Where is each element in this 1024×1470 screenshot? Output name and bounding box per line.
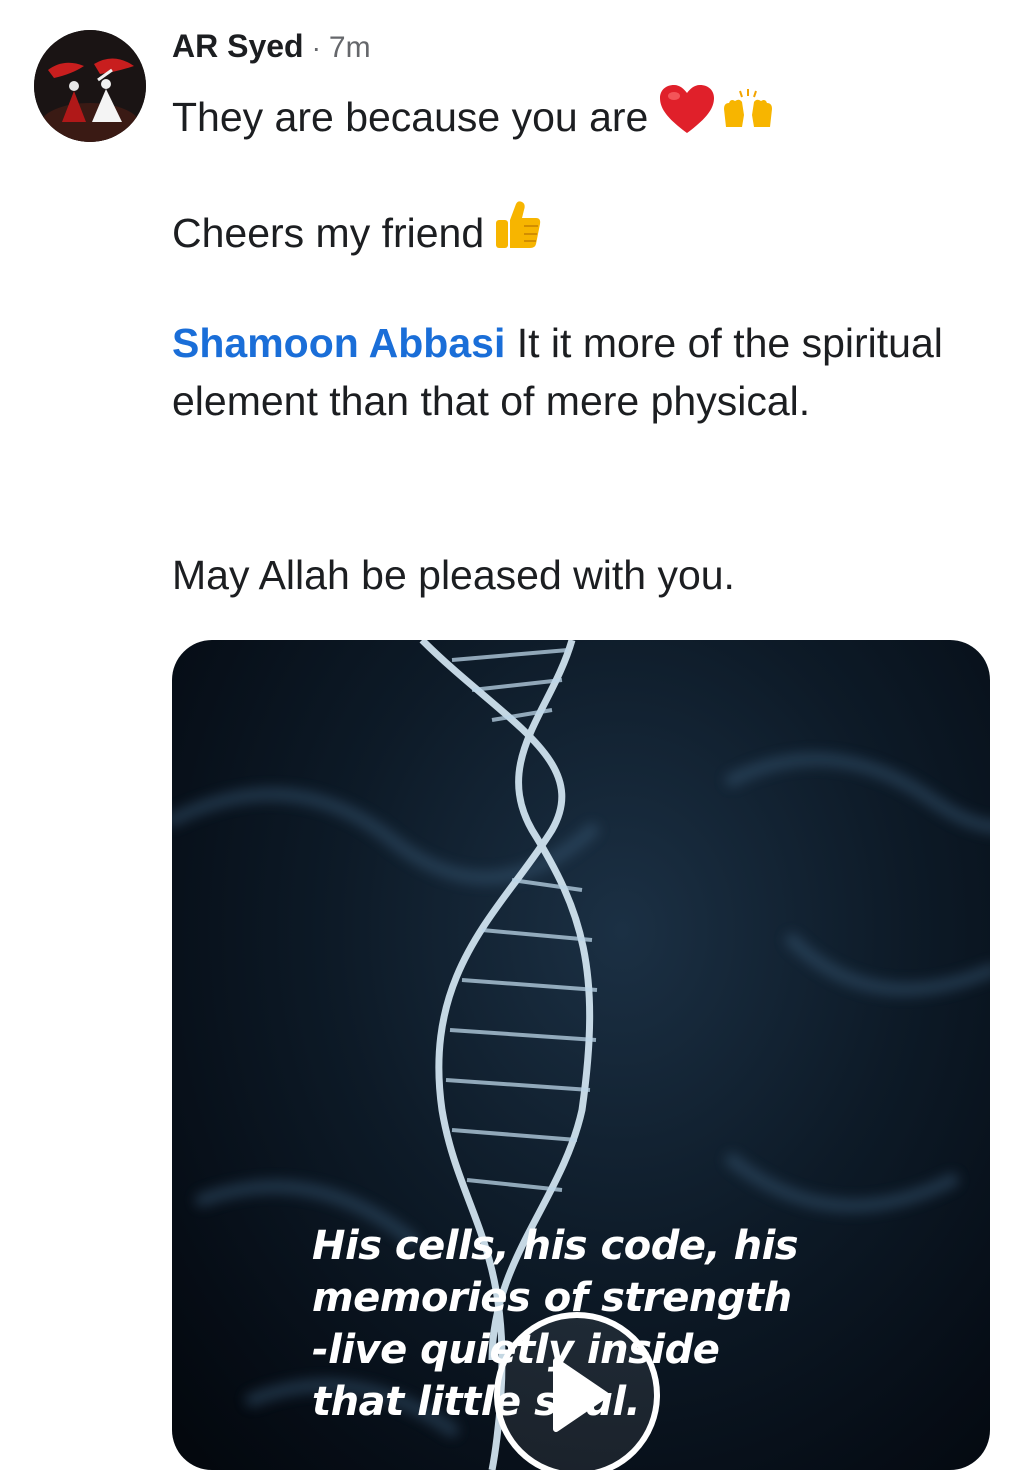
mention-link[interactable]: Shamoon Abbasi bbox=[172, 320, 505, 366]
play-button[interactable] bbox=[494, 1312, 660, 1470]
video-thumbnail[interactable]: His cells, his code, his memories of str… bbox=[172, 640, 990, 1470]
author-name[interactable]: AR Syed bbox=[172, 28, 304, 65]
red-heart-icon bbox=[658, 83, 716, 150]
author-avatar[interactable] bbox=[34, 30, 146, 142]
comment-line-1: They are because you are bbox=[172, 83, 776, 150]
meta-separator: · bbox=[311, 32, 321, 63]
post-header: AR Syed · 7m bbox=[172, 28, 371, 65]
raised-hands-icon bbox=[720, 87, 776, 146]
play-icon bbox=[553, 1358, 609, 1432]
comment-line-4: May Allah be pleased with you. bbox=[172, 552, 735, 598]
comment-text-2: Cheers my friend bbox=[172, 209, 485, 256]
comment-line-2: Cheers my friend bbox=[172, 198, 542, 267]
thumbs-up-icon bbox=[494, 198, 542, 267]
comment-reply: Shamoon Abbasi It it more of the spiritu… bbox=[172, 314, 952, 430]
avatar-image bbox=[34, 30, 146, 142]
comment-text-1: They are because you are bbox=[172, 93, 649, 140]
caption-line: His cells, his code, his bbox=[312, 1223, 799, 1269]
post-timestamp[interactable]: 7m bbox=[329, 31, 371, 65]
